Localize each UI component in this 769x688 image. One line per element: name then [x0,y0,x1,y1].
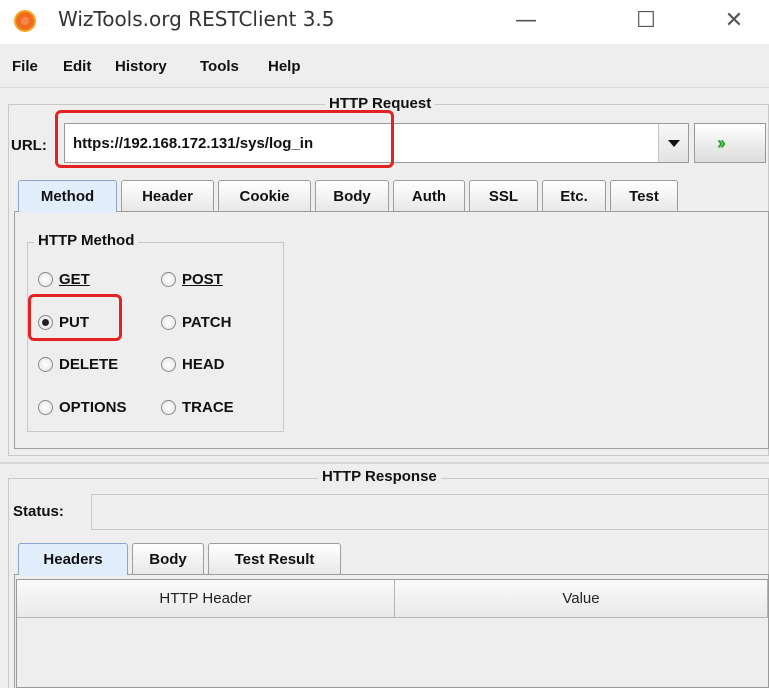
minimize-button[interactable]: — [506,8,546,34]
radio-options-circle[interactable] [38,399,53,415]
menu-history[interactable]: History [115,58,167,75]
radio-trace[interactable]: TRACE [161,396,234,418]
send-request-button[interactable]: ›› [694,123,766,163]
column-header-http-header[interactable]: HTTP Header [17,580,395,618]
tab-ssl[interactable]: SSL [469,180,538,211]
radio-patch-label: PATCH [182,313,232,331]
radio-patch[interactable]: PATCH [161,311,231,333]
go-arrow-icon: ›› [717,133,726,153]
tab-etc[interactable]: Etc. [542,180,606,211]
maximize-button[interactable]: ☐ [626,8,666,34]
window-title: WizTools.org RESTClient 3.5 [58,7,335,31]
tab-cookie[interactable]: Cookie [218,180,311,211]
radio-post[interactable]: POST [161,268,223,290]
tab-body[interactable]: Body [315,180,389,211]
menu-file[interactable]: File [12,58,38,75]
radio-get-circle[interactable] [38,271,53,287]
radio-post-circle[interactable] [161,271,176,287]
menu-bar: File Edit History Tools Help [0,44,769,88]
tab-method[interactable]: Method [18,180,117,211]
status-label: Status: [13,503,64,520]
url-combobox[interactable]: https://192.168.172.131/sys/log_in [64,123,689,163]
radio-head[interactable]: HEAD [161,353,225,375]
tab-response-test-result[interactable]: Test Result [208,543,341,574]
active-tab-seam [19,209,116,213]
tab-test[interactable]: Test [610,180,678,211]
split-divider[interactable] [0,462,769,464]
url-input-value[interactable]: https://192.168.172.131/sys/log_in [73,135,313,152]
http-response-title: HTTP Response [318,468,441,485]
radio-get-label: GET [59,270,90,288]
radio-head-label: HEAD [182,355,225,373]
url-dropdown-arrow-icon[interactable] [658,124,688,162]
app-logo-icon [14,10,36,32]
menu-edit[interactable]: Edit [63,58,91,75]
tab-response-body[interactable]: Body [132,543,204,574]
radio-trace-label: TRACE [182,398,234,416]
http-method-title: HTTP Method [34,232,139,249]
status-field [91,494,769,530]
title-bar: WizTools.org RESTClient 3.5 — ☐ ✕ [0,0,769,44]
radio-put-circle[interactable] [38,314,53,330]
radio-post-label: POST [182,270,223,288]
response-headers-table: HTTP Header Value [16,579,769,688]
radio-options[interactable]: OPTIONS [38,396,127,418]
tab-header[interactable]: Header [121,180,214,211]
radio-put-label: PUT [59,313,89,331]
tab-response-headers[interactable]: Headers [18,543,128,574]
radio-put[interactable]: PUT [38,311,89,333]
radio-patch-circle[interactable] [161,314,176,330]
tab-auth[interactable]: Auth [393,180,465,211]
close-button[interactable]: ✕ [714,8,754,34]
http-request-title: HTTP Request [325,95,436,112]
radio-head-circle[interactable] [161,356,176,372]
radio-delete-circle[interactable] [38,356,53,372]
radio-trace-circle[interactable] [161,399,176,415]
active-response-tab-seam [19,572,127,576]
menu-help[interactable]: Help [268,58,301,75]
url-label: URL: [11,137,47,154]
radio-delete[interactable]: DELETE [38,353,118,375]
radio-delete-label: DELETE [59,355,119,373]
radio-options-label: OPTIONS [59,398,127,416]
column-header-value[interactable]: Value [395,580,768,618]
menu-tools[interactable]: Tools [200,58,239,75]
radio-get[interactable]: GET [38,268,90,290]
